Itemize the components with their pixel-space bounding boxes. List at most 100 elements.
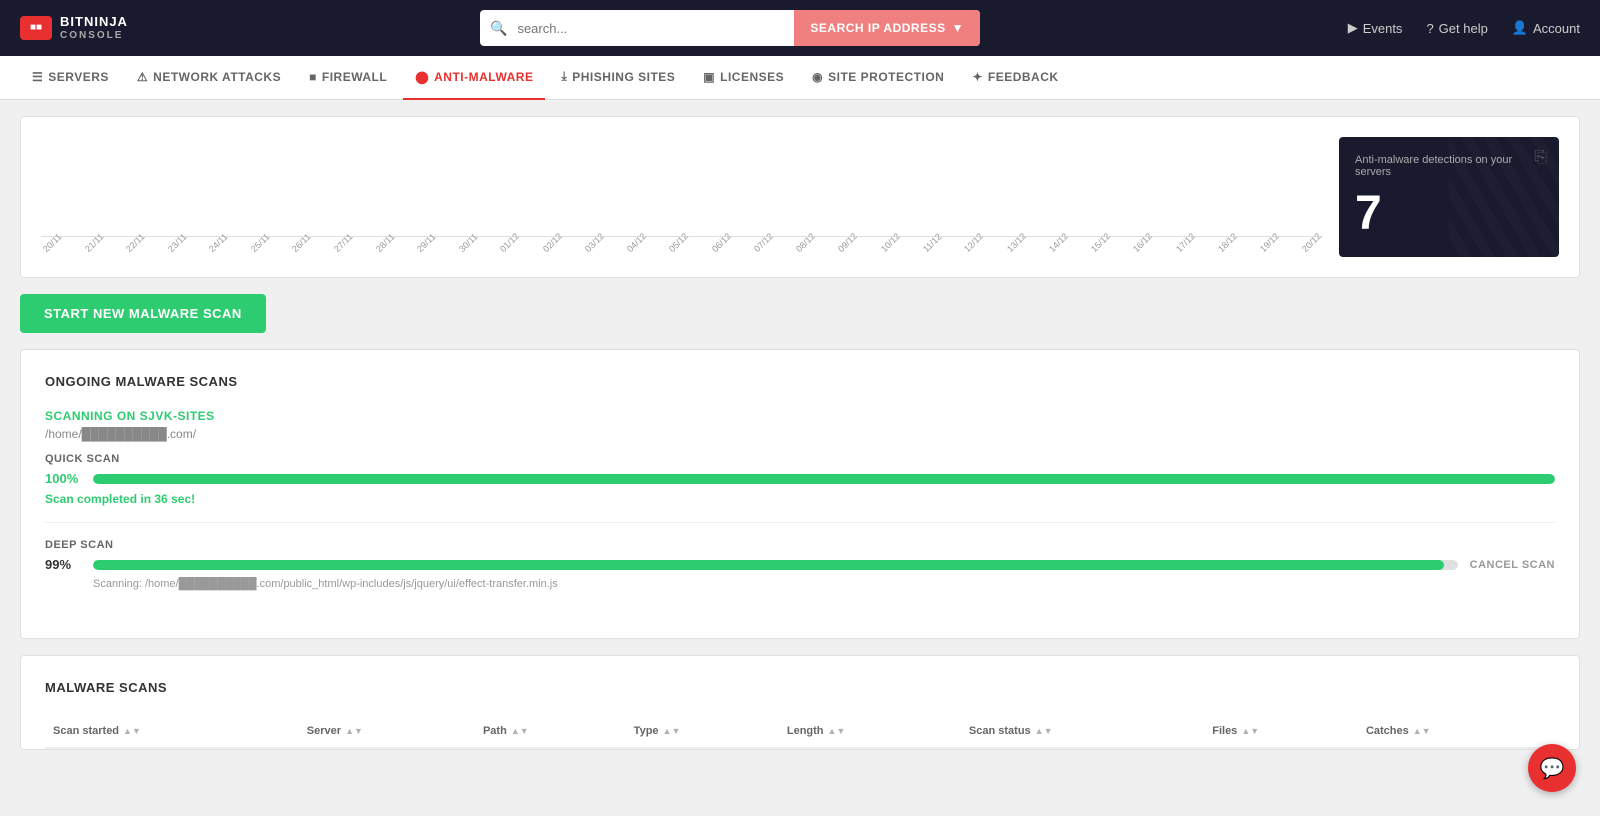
table-col-path[interactable]: Path▲▼ bbox=[475, 715, 626, 748]
sidebar-item-site-protection[interactable]: ◉ SITE PROTECTION bbox=[800, 56, 956, 100]
table-col-type[interactable]: Type▲▼ bbox=[626, 715, 779, 748]
feedback-label: FEEDBACK bbox=[988, 70, 1059, 84]
help-icon: ? bbox=[1426, 21, 1433, 36]
chart-date-label: 29/11 bbox=[415, 232, 438, 255]
logo-bitninja: BITNINJA bbox=[60, 15, 128, 29]
chat-icon: 💬 bbox=[1540, 756, 1565, 781]
account-link[interactable]: 👤 Account bbox=[1512, 20, 1580, 36]
licenses-label: LICENSES bbox=[720, 70, 784, 84]
firewall-icon: ■ bbox=[309, 70, 317, 84]
actions-row: START NEW MALWARE SCAN bbox=[20, 294, 1580, 333]
quick-scan-percent: 100% bbox=[45, 471, 81, 486]
sidebar-item-anti-malware[interactable]: ⬤ ANTI-MALWARE bbox=[403, 56, 545, 100]
cancel-scan-button[interactable]: CANCEL SCAN bbox=[1470, 559, 1555, 571]
chevron-down-icon: ▼ bbox=[952, 21, 964, 35]
deep-scan-percent: 99% bbox=[45, 557, 81, 572]
chart-date-label: 20/11 bbox=[41, 232, 64, 255]
sort-icon: ▲▼ bbox=[828, 726, 846, 736]
chart-date-label: 18/12 bbox=[1216, 231, 1239, 254]
deep-scan-track bbox=[93, 560, 1458, 570]
chart-date-label: 12/12 bbox=[962, 231, 985, 254]
table-col-length[interactable]: Length▲▼ bbox=[779, 715, 961, 748]
chart-date-label: 22/11 bbox=[124, 232, 147, 255]
events-icon: ▶ bbox=[1348, 20, 1358, 36]
card-icon: ⎘ bbox=[1534, 149, 1547, 167]
servers-label: SERVERS bbox=[48, 70, 109, 84]
chart-date-label: 14/12 bbox=[1047, 231, 1070, 254]
scan-current-file: Scanning: /home/██████████.com/public_ht… bbox=[93, 578, 1555, 590]
malware-scans-table: Scan started▲▼Server▲▼Path▲▼Type▲▼Length… bbox=[45, 715, 1555, 749]
sidebar-item-phishing-sites[interactable]: ⤓ PHISHING SITES bbox=[549, 56, 687, 100]
site-protection-icon: ◉ bbox=[812, 70, 823, 84]
divider bbox=[45, 522, 1555, 523]
chat-widget[interactable]: 💬 bbox=[1528, 744, 1576, 792]
table-col-catches[interactable]: Catches▲▼ bbox=[1358, 715, 1555, 748]
chart-date-label: 25/11 bbox=[249, 232, 272, 255]
search-bar: 🔍 SEARCH IP ADDRESS ▼ bbox=[480, 10, 980, 46]
chart-date-label: 23/11 bbox=[166, 232, 189, 255]
search-input[interactable] bbox=[517, 21, 794, 36]
chart-date-label: 03/12 bbox=[583, 231, 606, 254]
search-icon: 🔍 bbox=[480, 20, 517, 37]
header-right: ▶ Events ? Get help 👤 Account bbox=[1320, 20, 1580, 36]
events-link[interactable]: ▶ Events bbox=[1348, 20, 1403, 36]
feedback-icon: ✦ bbox=[972, 70, 983, 84]
chart-date-label: 07/12 bbox=[752, 231, 775, 254]
sidebar-item-network-attacks[interactable]: ⚠ NETWORK ATTACKS bbox=[125, 56, 293, 100]
start-scan-button[interactable]: START NEW MALWARE SCAN bbox=[20, 294, 266, 333]
table-col-scan-status[interactable]: Scan status▲▼ bbox=[961, 715, 1204, 748]
deep-scan-progress-row: 99% CANCEL SCAN bbox=[45, 557, 1555, 572]
chart-side-card: ⎘ Anti-malware detections on your server… bbox=[1339, 137, 1559, 257]
malware-scans-card: MALWARE SCANS Scan started▲▼Server▲▼Path… bbox=[20, 655, 1580, 750]
table-col-files[interactable]: Files▲▼ bbox=[1204, 715, 1358, 748]
chart-date-label: 01/12 bbox=[498, 231, 521, 254]
chart-date-label: 15/12 bbox=[1089, 231, 1112, 254]
sort-icon: ▲▼ bbox=[345, 726, 363, 736]
chart-date-label: 20/12 bbox=[1300, 231, 1323, 254]
logo-text-block: BITNINJA CONSOLE bbox=[60, 15, 128, 40]
logo-icon: ■■ bbox=[20, 16, 52, 40]
events-label: Events bbox=[1363, 21, 1403, 36]
table-col-scan-started[interactable]: Scan started▲▼ bbox=[45, 715, 299, 748]
chart-date-label: 21/11 bbox=[83, 232, 106, 255]
help-link[interactable]: ? Get help bbox=[1426, 21, 1487, 36]
quick-scan-label: QUICK SCAN bbox=[45, 453, 1555, 465]
sort-icon: ▲▼ bbox=[663, 726, 681, 736]
anti-malware-icon: ⬤ bbox=[415, 70, 429, 84]
deep-scan-fill bbox=[93, 560, 1444, 570]
chart-date-label: 05/12 bbox=[667, 231, 690, 254]
scan-path: /home/██████████.com/ bbox=[45, 427, 1555, 441]
search-ip-button[interactable]: SEARCH IP ADDRESS ▼ bbox=[794, 10, 980, 46]
table-wrap: Scan started▲▼Server▲▼Path▲▼Type▲▼Length… bbox=[45, 715, 1555, 749]
ongoing-scans-card: ONGOING MALWARE SCANS SCANNING ON SJVK-S… bbox=[20, 349, 1580, 639]
chart-container: 20/1121/1122/1123/1124/1125/1126/1127/11… bbox=[20, 116, 1580, 278]
phishing-icon: ⤓ bbox=[561, 69, 567, 84]
table-col-server[interactable]: Server▲▼ bbox=[299, 715, 475, 748]
quick-scan-track bbox=[93, 474, 1555, 484]
scan-complete-msg: Scan completed in 36 sec! bbox=[45, 492, 1555, 506]
chart-date-label: 17/12 bbox=[1174, 231, 1197, 254]
chart-date-label: 02/12 bbox=[541, 231, 564, 254]
chart-date-label: 26/11 bbox=[290, 232, 313, 255]
search-ip-label: SEARCH IP ADDRESS bbox=[810, 21, 945, 35]
table-head: Scan started▲▼Server▲▼Path▲▼Type▲▼Length… bbox=[45, 715, 1555, 748]
chart-date-label: 30/11 bbox=[457, 232, 480, 255]
chart-dates: 20/1121/1122/1123/1124/1125/1126/1127/11… bbox=[41, 137, 1323, 257]
header: ■■ BITNINJA CONSOLE 🔍 SEARCH IP ADDRESS … bbox=[0, 0, 1600, 56]
chart-date-label: 11/12 bbox=[921, 232, 944, 255]
account-label: Account bbox=[1533, 21, 1580, 36]
chart-date-label: 19/12 bbox=[1258, 231, 1281, 254]
sort-icon: ▲▼ bbox=[1413, 726, 1431, 736]
quick-scan-fill bbox=[93, 474, 1555, 484]
firewall-label: FIREWALL bbox=[322, 70, 387, 84]
sidebar-item-feedback[interactable]: ✦ FEEDBACK bbox=[960, 56, 1070, 100]
sidebar-item-firewall[interactable]: ■ FIREWALL bbox=[297, 56, 399, 100]
chart-date-label: 10/12 bbox=[879, 231, 902, 254]
sidebar-item-licenses[interactable]: ▣ LICENSES bbox=[691, 56, 796, 100]
logo-console: CONSOLE bbox=[60, 30, 128, 41]
chart-main: 20/1121/1122/1123/1124/1125/1126/1127/11… bbox=[41, 137, 1323, 257]
sort-icon: ▲▼ bbox=[511, 726, 529, 736]
main-content: 20/1121/1122/1123/1124/1125/1126/1127/11… bbox=[0, 116, 1600, 770]
sidebar-item-servers[interactable]: ☰ SERVERS bbox=[20, 56, 121, 100]
anti-malware-label: ANTI-MALWARE bbox=[434, 70, 533, 84]
